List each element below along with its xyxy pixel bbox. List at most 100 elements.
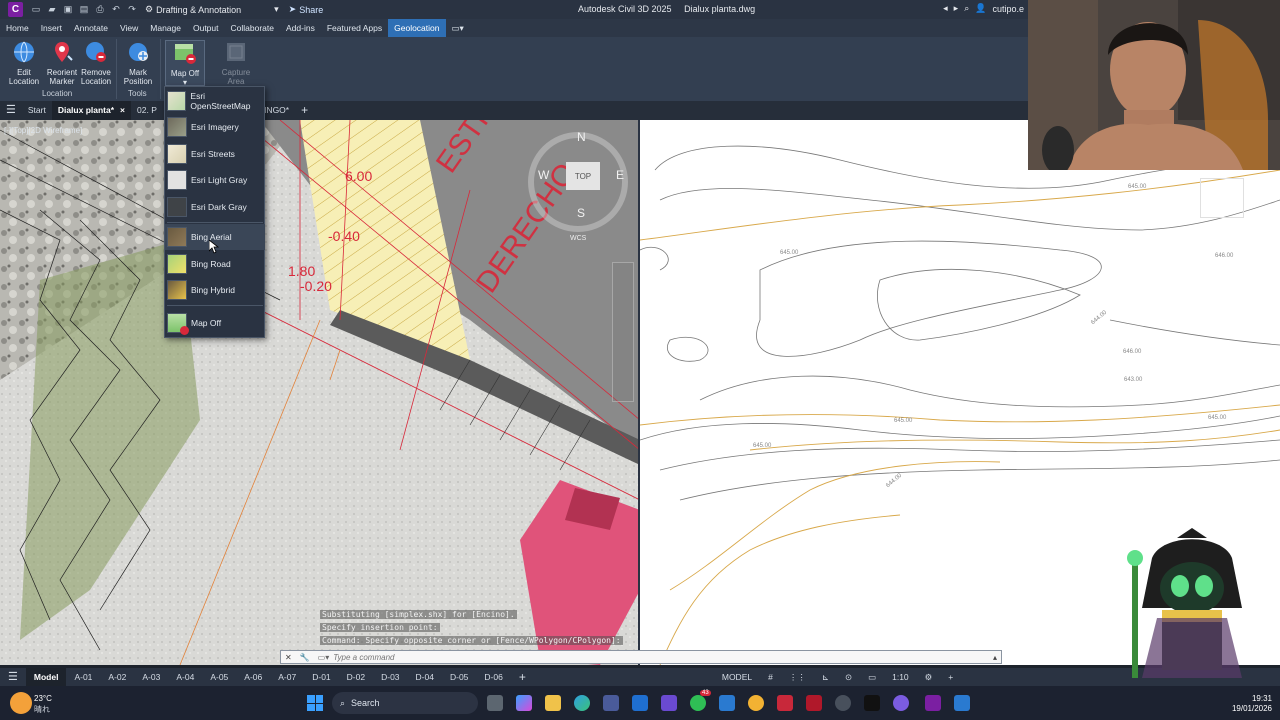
viewcube-top[interactable]: TOP [566,162,600,190]
grid-icon[interactable]: # [760,668,781,686]
layout-tab[interactable]: A-01 [66,668,100,686]
redo-icon[interactable]: ↷ [125,3,139,17]
nav-left-icon[interactable]: ◂ [943,3,948,14]
menu-item-esri-openstreetmap[interactable]: Esri OpenStreetMap [165,88,265,114]
save-icon[interactable]: ▣ [61,3,75,17]
windows-start-icon[interactable] [307,695,323,711]
undo-icon[interactable]: ↶ [109,3,123,17]
copilot-icon[interactable] [516,695,532,711]
file-tab-02[interactable]: 02. P [131,101,163,120]
layout-tab[interactable]: A-05 [202,668,236,686]
file-explorer-icon[interactable] [545,695,561,711]
layout-tab[interactable]: D-01 [304,668,338,686]
polar-icon[interactable]: ⊙ [837,668,860,686]
menu-item-esri-streets[interactable]: Esri Streets [165,141,265,167]
tab-geolocation[interactable]: Geolocation [388,19,446,37]
layout-tab[interactable]: D-04 [408,668,442,686]
new-file-icon[interactable]: ▭ [29,3,43,17]
layout-tab[interactable]: A-04 [168,668,202,686]
layout-tab[interactable]: D-03 [373,668,407,686]
compass-west[interactable]: W [538,168,549,182]
user-name[interactable]: cutipo.e [992,4,1024,14]
chevron-up-icon[interactable]: ▴ [989,653,1001,662]
menu-item-bing-hybrid[interactable]: Bing Hybrid [165,277,265,303]
menu-item-esri-imagery[interactable]: Esri Imagery [165,114,265,140]
layout-menu-icon[interactable]: ☰ [0,668,26,686]
outlook-icon[interactable] [632,695,648,711]
tab-manage[interactable]: Manage [144,19,187,37]
viewport-left[interactable]: [-][Top][2D Wireframe] 6.00 -0.40 1.80 -… [0,120,640,665]
menu-item-bing-road[interactable]: Bing Road [165,251,265,277]
chrome-icon[interactable] [748,695,764,711]
vscode-icon[interactable] [719,695,735,711]
menu-item-esri-dark-gray[interactable]: Esri Dark Gray [165,194,265,220]
compass-south[interactable]: S [577,206,585,220]
close-icon[interactable]: × [120,105,125,115]
tab-output[interactable]: Output [187,19,225,37]
snap-icon[interactable]: ⋮⋮ [781,668,814,686]
command-input[interactable] [333,652,989,662]
weather-desc[interactable]: 晴れ [34,704,50,715]
whatsapp-icon[interactable] [690,695,706,711]
compass-north[interactable]: N [577,130,586,144]
layout-tab[interactable]: A-06 [236,668,270,686]
save-as-icon[interactable]: ▤ [77,3,91,17]
edge-icon[interactable] [574,695,590,711]
command-line[interactable]: ✕ 🔧 ▭▾ ▴ [280,650,1002,664]
weather-icon[interactable] [10,692,32,714]
viewport-controls-label[interactable]: [-][Top][2D Wireframe] [4,126,82,135]
share-button[interactable]: ➤ Share [289,4,324,15]
mark-position-button[interactable]: Mark Position [118,40,158,86]
workspace-switcher[interactable]: ⚙ Drafting & Annotation ▾ [145,4,279,15]
layout-tab[interactable]: D-06 [476,668,510,686]
layout-tab[interactable]: A-03 [134,668,168,686]
add-icon[interactable]: + [940,668,961,686]
new-tab-plus-icon[interactable]: + [295,101,314,120]
menu-item-esri-light-gray[interactable]: Esri Light Gray [165,167,265,193]
tab-view[interactable]: View [114,19,144,37]
clock[interactable]: 19:31 19/01/2026 [1232,694,1272,714]
civil3d-icon[interactable] [925,695,941,711]
weather-temp[interactable]: 23°C [34,694,52,703]
compass-east[interactable]: E [616,168,624,182]
ribbon-options-icon[interactable]: ▭▾ [446,19,470,37]
discord-icon[interactable] [893,695,909,711]
user-icon[interactable]: 👤 [975,3,986,14]
add-layout-plus-icon[interactable]: + [511,668,534,686]
task-view-icon[interactable] [487,695,503,711]
nav-right-icon[interactable]: ▸ [954,3,959,14]
app-window-icon[interactable] [954,695,970,711]
navigation-bar[interactable] [612,262,634,402]
wrench-icon[interactable]: 🔧 [296,653,314,662]
settings-gear-icon[interactable]: ⚙ [917,668,941,686]
edit-location-button[interactable]: Edit Location [4,40,44,86]
tab-add-ins[interactable]: Add-ins [280,19,321,37]
osnap-icon[interactable]: ▭ [860,668,884,686]
layout-tab[interactable]: A-02 [100,668,134,686]
dx-icon[interactable] [864,695,880,711]
taskbar-search-box[interactable]: ⌕ Search [332,692,478,714]
ortho-icon[interactable]: ⊾ [814,668,837,686]
open-file-icon[interactable]: ▰ [45,3,59,17]
layout-tab[interactable]: A-07 [270,668,304,686]
menu-item-map-off[interactable]: Map Off [165,310,265,336]
tab-insert[interactable]: Insert [35,19,68,37]
acrobat-icon[interactable] [777,695,793,711]
layout-tab-model[interactable]: Model [25,668,67,686]
layout-tab[interactable]: D-02 [339,668,373,686]
close-icon[interactable]: ✕ [281,653,296,662]
teams-icon[interactable] [661,695,677,711]
tab-home[interactable]: Home [0,19,35,37]
app-icon[interactable] [835,695,851,711]
tab-collaborate[interactable]: Collaborate [225,19,280,37]
annotation-scale[interactable]: 1:10 [884,668,917,686]
store-icon[interactable] [603,695,619,711]
file-tab-dialux[interactable]: Dialux planta* × [51,101,132,120]
autocad-icon[interactable] [806,695,822,711]
app-logo[interactable]: C [8,2,23,17]
map-off-button[interactable]: Map Off ▾ [165,40,205,87]
viewcube[interactable] [1200,178,1244,218]
print-icon[interactable]: ⎙ [93,3,107,17]
wcs-menu[interactable]: WCS [566,234,591,243]
tab-featured-apps[interactable]: Featured Apps [321,19,388,37]
